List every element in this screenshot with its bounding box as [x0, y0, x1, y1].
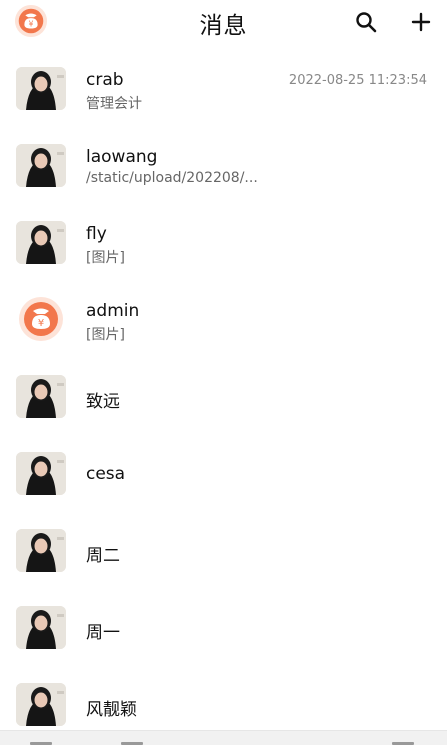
page-title: 消息 [199, 13, 248, 39]
conversation-preview: [图片] [86, 250, 125, 266]
conversation-name: crab [86, 70, 124, 90]
conversation-list: crab 管理会计 2022-08-25 11:23:54 laowang /s… [0, 46, 447, 739]
avatar [16, 452, 66, 495]
conversation-time: 2022-08-25 11:23:54 [288, 73, 427, 88]
conversation-name: laowang [86, 147, 158, 167]
conversation-preview: 管理会计 [86, 96, 142, 112]
avatar [16, 67, 66, 110]
conversation-name: admin [86, 301, 140, 321]
money-bag-icon: ¥ [19, 297, 63, 341]
avatar [16, 375, 66, 418]
conversation-item-cesa[interactable]: cesa [0, 431, 447, 508]
plus-icon[interactable] [409, 10, 433, 34]
avatar [16, 606, 66, 649]
conversation-item-zhiyuan[interactable]: 致远 [0, 354, 447, 431]
conversation-name: fly [86, 224, 107, 244]
conversation-name: 致远 [86, 392, 120, 412]
conversation-name: 周一 [86, 623, 120, 643]
conversation-item-admin[interactable]: ¥ admin [图片] [0, 277, 447, 354]
conversation-preview: [图片] [86, 327, 125, 343]
conversation-item-laowang[interactable]: laowang /static/upload/202208/... [0, 123, 447, 200]
svg-text:¥: ¥ [38, 318, 44, 329]
conversation-name: 周二 [86, 546, 120, 566]
conversation-preview: /static/upload/202208/... [86, 170, 258, 186]
conversation-item-crab[interactable]: crab 管理会计 2022-08-25 11:23:54 [0, 46, 447, 123]
bottom-tab-bar[interactable] [0, 730, 447, 745]
search-icon[interactable] [354, 10, 378, 34]
avatar [16, 144, 66, 187]
avatar [16, 683, 66, 726]
conversation-item-fly[interactable]: fly [图片] [0, 200, 447, 277]
conversation-item-tuesday[interactable]: 周二 [0, 508, 447, 585]
conversation-name: cesa [86, 464, 126, 484]
conversation-name: 风靓颖 [86, 700, 137, 720]
avatar [16, 221, 66, 264]
conversation-item-fengliangying[interactable]: 风靓颖 [0, 662, 447, 739]
conversation-item-monday[interactable]: 周一 [0, 585, 447, 662]
top-bar: ¥ 消息 [0, 0, 447, 44]
avatar [16, 529, 66, 572]
